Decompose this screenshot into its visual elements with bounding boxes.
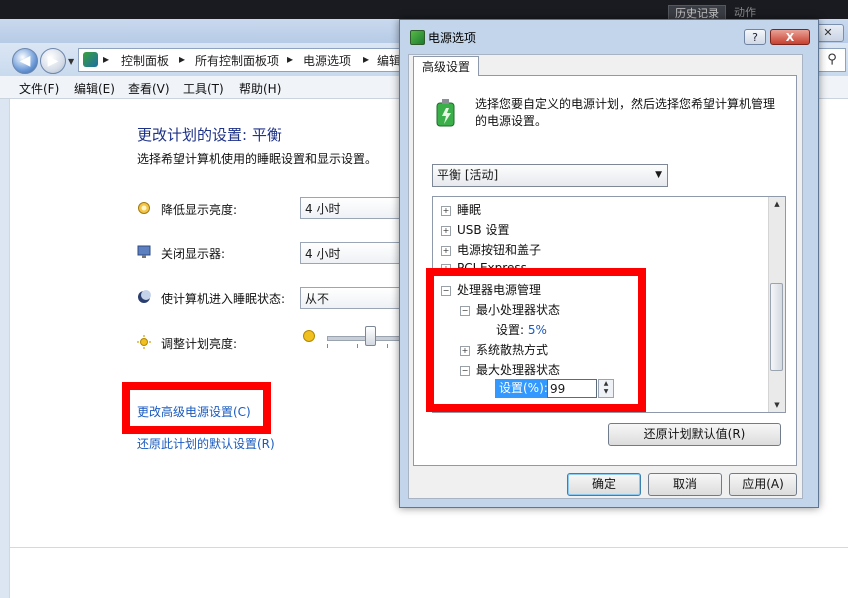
search-icon[interactable]: ⚲ [818,48,846,72]
close-dialog-button[interactable]: X [770,29,810,45]
sleep-select[interactable]: 从不 [300,287,410,309]
breadcrumb-control-panel[interactable]: 控制面板 [121,52,169,69]
cancel-button[interactable]: 取消 [648,473,722,496]
dialog-description: 选择您要自定义的电源计划，然后选择您希望计算机管理的电源设置。 [475,97,776,128]
ok-button[interactable]: 确定 [567,473,641,496]
power-options-dialog: 电源选项 ? X 高级设置 选择您要自定义的电源计划，然后选择您希望计算机管理的… [399,19,819,508]
tab-advanced-settings[interactable]: 高级设置 [413,56,479,76]
tree-item-sleep[interactable]: + 睡眠 [441,201,481,218]
brightness-low-icon [303,330,315,342]
breadcrumb-arrow-icon[interactable]: ▸ [363,52,369,66]
tree-item-power-buttons[interactable]: + 电源按钮和盖子 [441,241,541,258]
chevron-down-icon: ▼ [655,170,662,180]
history-dropdown-icon[interactable]: ▼ [68,57,74,66]
breadcrumb-power-options[interactable]: 电源选项 [303,52,351,69]
setting-label-dim: 降低显示亮度: [161,203,238,217]
brightness-slider-thumb[interactable] [365,326,376,346]
breadcrumb-all-items[interactable]: 所有控制面板项 [195,52,279,69]
power-plan-select[interactable]: 平衡 [活动] ▼ [432,164,668,187]
forward-button[interactable]: ▶ [40,48,66,74]
menu-file[interactable]: 文件(F) [19,80,59,97]
menu-edit[interactable]: 编辑(E) [74,80,115,97]
scroll-up-icon[interactable]: ▲ [769,197,785,211]
breadcrumb-edit[interactable]: 编辑 [377,52,401,69]
breadcrumb-arrow-icon[interactable]: ▸ [103,52,109,66]
breadcrumb-arrow-icon[interactable]: ▸ [287,52,293,66]
slider-tick [387,344,388,348]
restore-plan-defaults-button[interactable]: 还原计划默认值(R) [608,423,781,446]
brightness-sun-icon [137,335,151,349]
tab-actions[interactable]: 动作 [728,5,762,20]
back-button[interactable]: ◀ [12,48,38,74]
expand-icon[interactable]: + [441,206,451,216]
monitor-off-select[interactable]: 4 小时 [300,242,410,264]
scroll-down-icon[interactable]: ▼ [769,398,785,412]
slider-tick [357,344,358,348]
apply-button[interactable]: 应用(A) [729,473,797,496]
expand-icon[interactable]: + [441,246,451,256]
sleep-moon-icon [137,290,151,304]
slider-tick [327,344,328,348]
dialog-title: 电源选项 [428,31,477,45]
dim-display-icon [137,201,151,215]
power-plan-value: 平衡 [活动] [437,168,499,182]
expand-icon[interactable]: + [441,226,451,236]
setting-label-sleep: 使计算机进入睡眠状态: [161,292,286,306]
dim-display-select[interactable]: 4 小时 [300,197,410,219]
app-top-strip: 历史记录 动作 [0,0,848,21]
page-title: 更改计划的设置: 平衡 [137,126,282,144]
power-options-icon [410,30,425,45]
control-panel-icon [83,52,98,67]
page-subtitle: 选择希望计算机使用的睡眠设置和显示设置。 [137,152,378,166]
highlight-processor-settings [426,268,646,412]
monitor-off-icon [137,245,151,259]
menu-help[interactable]: 帮助(H) [239,80,281,97]
battery-plug-icon [434,98,458,128]
menu-view[interactable]: 查看(V) [128,80,170,97]
highlight-advanced-link [122,382,271,434]
setting-label-brightness: 调整计划亮度: [161,337,238,351]
help-button[interactable]: ? [744,29,766,45]
menu-tools[interactable]: 工具(T) [183,80,224,97]
breadcrumb-arrow-icon[interactable]: ▸ [179,52,185,66]
tree-scrollbar[interactable]: ▲ ▼ [768,197,785,412]
divider [10,547,848,548]
scroll-thumb[interactable] [770,283,783,371]
restore-defaults-link[interactable]: 还原此计划的默认设置(R) [137,435,275,452]
address-bar[interactable]: ▸ 控制面板 ▸ 所有控制面板项 ▸ 电源选项 ▸ 编辑 [78,48,410,72]
setting-label-monitor: 关闭显示器: [161,247,226,261]
tree-item-usb[interactable]: + USB 设置 [441,221,509,238]
